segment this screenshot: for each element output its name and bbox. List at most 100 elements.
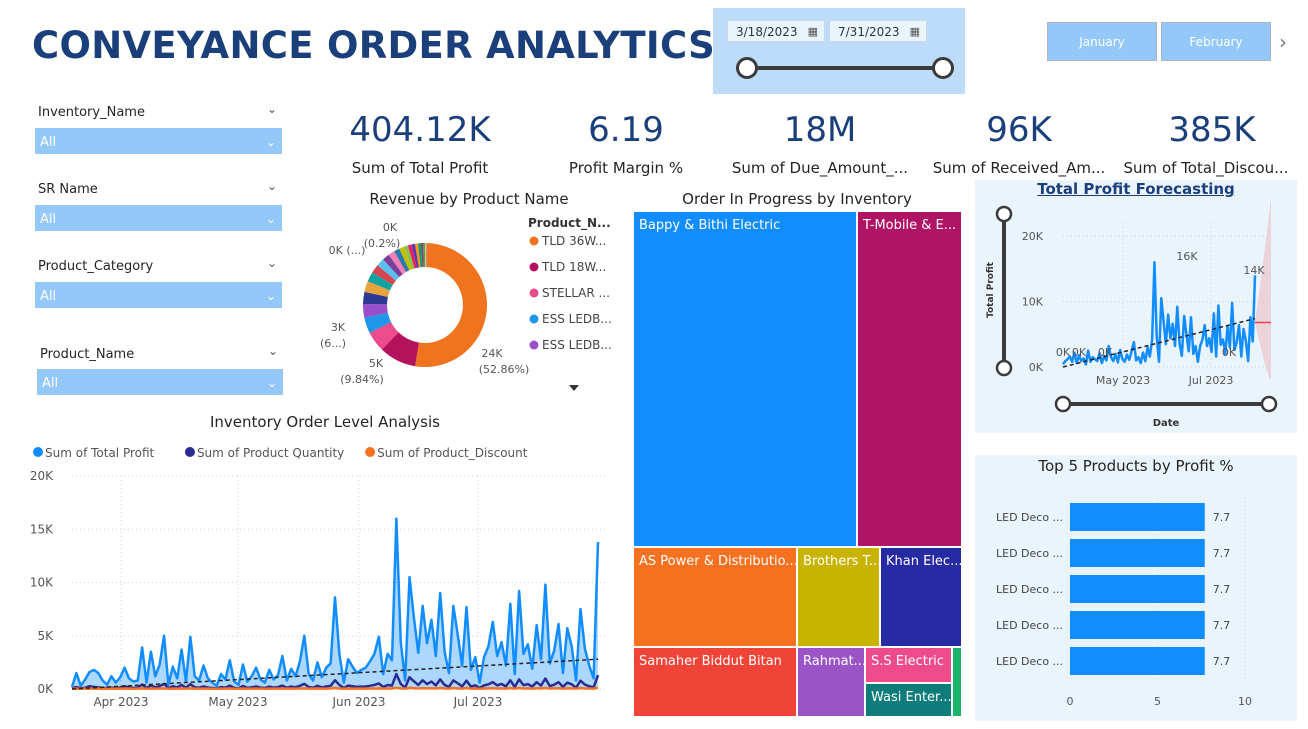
legend-marker [529, 288, 539, 298]
calendar-icon[interactable]: ▦ [910, 21, 920, 43]
treemap-tile[interactable]: Rahmat... [798, 648, 864, 716]
legend-item: TLD 36W... [541, 234, 606, 248]
legend-marker [365, 447, 376, 457]
start-date-handle[interactable] [736, 57, 758, 79]
slicer-product-category-dropdown[interactable]: All ⌄ [35, 282, 282, 308]
kpi-total-profit-value: 404.12K [349, 110, 491, 150]
inventory-line-chart[interactable]: Sum of Total Profit Sum of Product Quanti… [0, 438, 625, 718]
chevron-right-icon[interactable]: › [1279, 30, 1287, 54]
kpi-received-amount-value: 96K [986, 110, 1052, 150]
end-date-handle[interactable] [932, 57, 954, 79]
y-tick-label: 0K [37, 682, 54, 696]
chevron-down-icon[interactable]: ⌄ [267, 102, 277, 116]
x-range-handle [1260, 395, 1278, 413]
legend-item: TLD 18W... [541, 260, 606, 274]
y-tick-label: 20K [1022, 230, 1044, 243]
legend-marker [529, 340, 539, 350]
date-range-track[interactable] [747, 66, 943, 70]
bar-value-label: 7.7 [1213, 511, 1231, 524]
chevron-down-icon: ⌄ [266, 376, 277, 390]
chevron-down-icon[interactable]: ⌄ [268, 344, 278, 358]
legend-item: ESS LEDB... [542, 312, 612, 326]
forecast-line-chart[interactable]: Total Profit Date 0K 10K 20K May 2023 Jul 2023… [975, 198, 1297, 433]
bar-category-label: LED Deco ... [996, 583, 1063, 596]
kpi-due-amount-value: 18M [783, 110, 857, 150]
series-line [71, 686, 599, 691]
x-tick-label: Jul 2023 [1188, 374, 1234, 387]
date-range-slicer[interactable]: 3/18/2023 ▦ 7/31/2023 ▦ [713, 8, 965, 94]
x-tick-label: 0 [1067, 695, 1074, 708]
bar-value-label: 7.7 [1213, 547, 1231, 560]
slicer-product-name-label: Product_Name [40, 347, 135, 362]
start-date-input[interactable]: 3/18/2023 ▦ [727, 20, 825, 42]
bar-category-label: LED Deco ... [996, 547, 1063, 560]
page-title: CONVEYANCE ORDER ANALYTICS [32, 24, 716, 67]
treemap-tile[interactable]: Wasi Enter... [866, 684, 951, 716]
treemap-tile-label: T-Mobile & E... [863, 218, 957, 233]
slicer-product-name-value: All [42, 376, 59, 391]
legend-title: Product_N... [528, 216, 611, 231]
legend-item: Sum of Total Profit [45, 446, 155, 460]
legend-item: ESS LEDB... [542, 338, 612, 352]
slicer-product-name-dropdown[interactable]: All ⌄ [37, 369, 283, 395]
chevron-down-icon: ⌄ [265, 135, 276, 149]
data-label: 0K [1072, 346, 1087, 359]
forecast-chart-title[interactable]: Total Profit Forecasting [975, 180, 1297, 198]
inventory-chart-title: Inventory Order Level Analysis [210, 413, 440, 431]
legend-item: STELLAR ... [542, 286, 610, 300]
y-tick-label: 0K [1029, 361, 1044, 374]
order-progress-treemap[interactable]: Bappy & Bithi Electric T-Mobile & E... AS … [634, 212, 961, 716]
treemap-tile[interactable]: AS Power & Distributio... [634, 548, 796, 646]
bar [1070, 611, 1205, 639]
donut-label: 24K [481, 347, 503, 360]
treemap-tile[interactable] [953, 648, 961, 716]
kpi-total-discount-value: 385K [1168, 110, 1256, 150]
chevron-down-icon: ⌄ [265, 212, 276, 226]
x-range-handle [1054, 395, 1072, 413]
treemap-tile-label: Rahmat... [803, 654, 864, 669]
x-tick-label: Jun 2023 [331, 695, 385, 709]
end-date-value: 7/31/2023 [838, 25, 900, 39]
treemap-tile-label: Khan Elec... [886, 554, 961, 569]
donut-label: (52.86%) [479, 363, 530, 376]
x-tick-label: May 2023 [1096, 374, 1150, 387]
slicer-sr-name-label: SR Name [38, 182, 98, 197]
x-tick-label: Apr 2023 [93, 695, 148, 709]
calendar-icon[interactable]: ▦ [808, 21, 818, 43]
end-date-input[interactable]: 7/31/2023 ▦ [829, 20, 927, 42]
treemap-tile[interactable]: Brothers T... [798, 548, 879, 646]
revenue-donut-chart[interactable]: 24K (52.86%) 5K (9.84%) 3K (6...) 0K (...) 0K (0… [310, 210, 630, 400]
slicer-product-category-label: Product_Category [38, 259, 154, 274]
chevron-down-icon[interactable]: ⌄ [267, 179, 277, 193]
chevron-down-icon: ⌄ [265, 289, 276, 303]
donut-label: 5K [369, 357, 384, 370]
bar-category-label: LED Deco ... [996, 655, 1063, 668]
month-button-february[interactable]: February [1161, 22, 1271, 61]
legend-scroll-icon [569, 385, 579, 391]
month-button-january[interactable]: January [1047, 22, 1157, 61]
treemap-tile[interactable]: Bappy & Bithi Electric [634, 212, 856, 546]
treemap-tile-label: AS Power & Distributio... [639, 554, 796, 569]
donut-label: 3K [331, 321, 346, 334]
legend-marker [529, 314, 539, 324]
top5-bar-chart[interactable]: 0 5 10 LED Deco ... 7.7 LED Deco ... 7.7 LED De… [975, 480, 1297, 718]
donut-label: (6...) [320, 337, 346, 350]
donut-label: 0K (...) [329, 244, 366, 257]
top5-chart-title: Top 5 Products by Profit % [1038, 457, 1234, 475]
treemap-tile[interactable]: Khan Elec... [881, 548, 961, 646]
x-tick-label: 10 [1238, 695, 1252, 708]
slicer-sr-name-dropdown[interactable]: All ⌄ [35, 205, 282, 231]
treemap-tile[interactable]: T-Mobile & E... [858, 212, 961, 546]
donut-label: (9.84%) [340, 373, 384, 386]
treemap-tile-label: Samaher Biddut Bitan [639, 654, 782, 669]
legend-marker [33, 447, 43, 457]
kpi-profit-margin-value: 6.19 [588, 110, 664, 150]
treemap-tile[interactable]: Samaher Biddut Bitan [634, 648, 796, 716]
bar-value-label: 7.7 [1213, 655, 1231, 668]
slicer-inventory-name-dropdown[interactable]: All ⌄ [35, 128, 282, 154]
chevron-down-icon[interactable]: ⌄ [267, 256, 277, 270]
y-tick-label: 5K [37, 629, 54, 643]
bar [1070, 647, 1205, 675]
treemap-tile[interactable]: S.S Electric [866, 648, 951, 682]
slicer-inventory-name-value: All [40, 135, 57, 150]
